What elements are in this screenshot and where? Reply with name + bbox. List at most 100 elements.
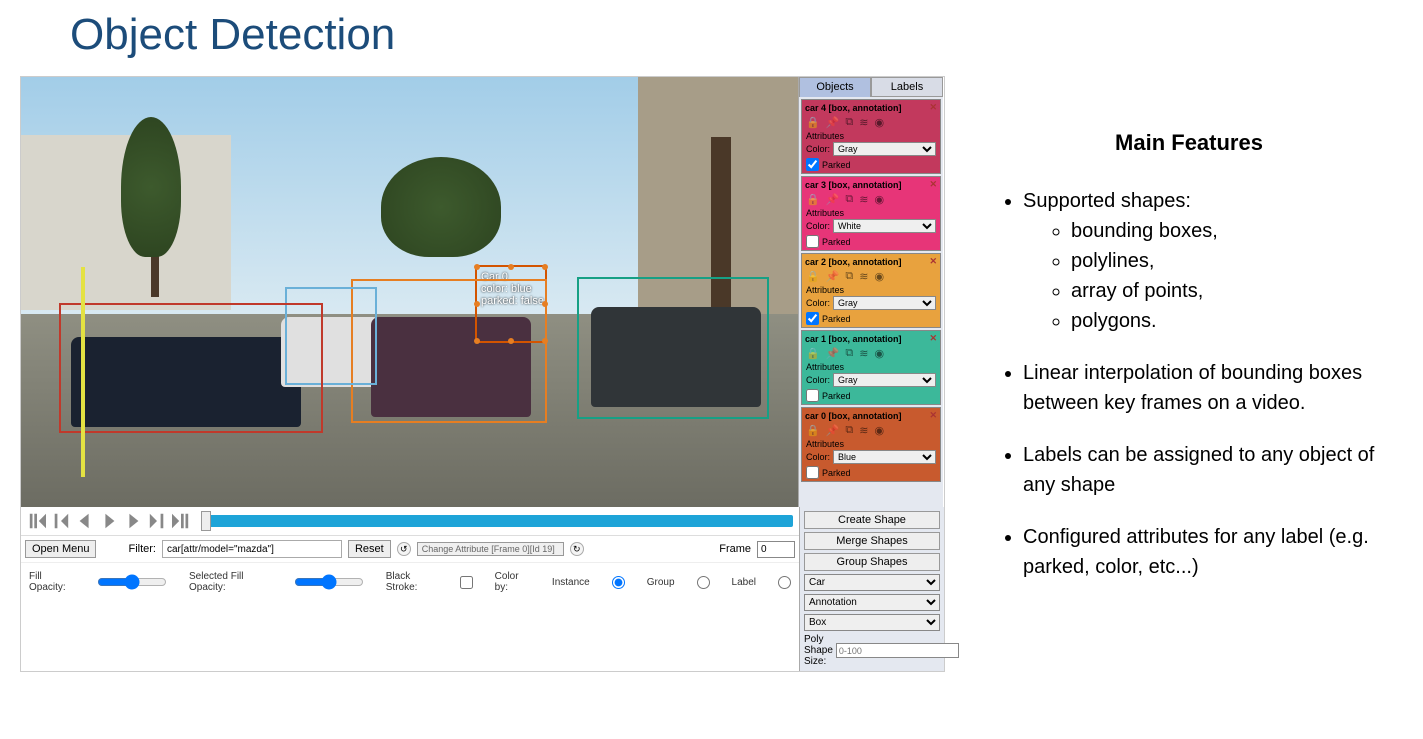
color-by-group-radio[interactable] <box>697 576 710 589</box>
lock-icon[interactable]: 🔒 <box>806 270 820 283</box>
parked-checkbox[interactable] <box>806 466 819 479</box>
first-frame-button[interactable] <box>27 511 47 531</box>
object-card[interactable]: car 3 [box, annotation]✕🔒📌⧉≋◉AttributesC… <box>801 176 941 251</box>
black-stroke-checkbox[interactable] <box>460 576 473 589</box>
layers-icon[interactable]: ≋ <box>859 116 868 129</box>
object-card[interactable]: car 4 [box, annotation]✕🔒📌⧉≋◉AttributesC… <box>801 99 941 174</box>
frame-input[interactable] <box>757 541 795 558</box>
tab-objects[interactable]: Objects <box>799 77 871 97</box>
last-frame-button[interactable] <box>171 511 191 531</box>
color-by-label-radio[interactable] <box>778 576 791 589</box>
parked-checkbox[interactable] <box>806 158 819 171</box>
pin-icon[interactable]: 📌 <box>826 193 840 206</box>
next-keyframe-button[interactable] <box>147 511 167 531</box>
copy-icon[interactable]: ⧉ <box>845 347 853 360</box>
lock-icon[interactable]: 🔒 <box>806 193 820 206</box>
features-heading: Main Features <box>995 130 1383 156</box>
layers-icon[interactable]: ≋ <box>859 270 868 283</box>
keyframe-icon[interactable]: ◉ <box>874 270 884 283</box>
keyframe-icon[interactable]: ◉ <box>874 193 884 206</box>
group-shapes-button[interactable]: Group Shapes <box>804 553 940 571</box>
video-canvas[interactable]: Car 0 color: blue parked: false <box>21 77 798 507</box>
redo-icon[interactable]: ↻ <box>570 542 584 556</box>
slide-title: Object Detection <box>70 10 945 60</box>
filter-input[interactable] <box>162 540 342 558</box>
close-icon[interactable]: ✕ <box>929 333 937 344</box>
keyframe-icon[interactable]: ◉ <box>874 424 884 437</box>
tab-labels[interactable]: Labels <box>871 77 943 97</box>
mode-select[interactable]: Annotation <box>804 594 940 611</box>
color-select[interactable]: Gray <box>833 142 936 156</box>
left-column: Object Detection <box>0 0 945 739</box>
color-select[interactable]: Blue <box>833 450 936 464</box>
bounding-box[interactable] <box>81 267 85 477</box>
close-icon[interactable]: ✕ <box>929 179 937 190</box>
play-button[interactable] <box>99 511 119 531</box>
undo-icon[interactable]: ↺ <box>397 542 411 556</box>
color-label: Color: <box>806 375 830 385</box>
bounding-box[interactable] <box>577 277 769 419</box>
frame-slider-thumb[interactable] <box>201 511 211 531</box>
close-icon[interactable]: ✕ <box>929 256 937 267</box>
keyframe-icon[interactable]: ◉ <box>874 347 884 360</box>
slide: Object Detection <box>0 0 1423 739</box>
keyframe-icon[interactable]: ◉ <box>874 116 884 129</box>
pin-icon[interactable]: 📌 <box>826 424 840 437</box>
shape-select[interactable]: Box <box>804 614 940 631</box>
features-list: Supported shapes:bounding boxes,polyline… <box>995 186 1383 582</box>
pin-icon[interactable]: 📌 <box>826 347 840 360</box>
close-icon[interactable]: ✕ <box>929 410 937 421</box>
copy-icon[interactable]: ⧉ <box>845 424 853 437</box>
copy-icon[interactable]: ⧉ <box>845 270 853 283</box>
object-card-title: car 3 [box, annotation] <box>805 180 902 190</box>
lock-icon[interactable]: 🔒 <box>806 347 820 360</box>
resize-handle[interactable] <box>474 264 480 270</box>
bounding-box[interactable] <box>59 303 323 433</box>
prev-frame-button[interactable] <box>75 511 95 531</box>
color-label: Color: <box>806 221 830 231</box>
color-select[interactable]: Gray <box>833 296 936 310</box>
resize-handle[interactable] <box>508 264 514 270</box>
layers-icon[interactable]: ≋ <box>859 424 868 437</box>
merge-shapes-button[interactable]: Merge Shapes <box>804 532 940 550</box>
pin-icon[interactable]: 📌 <box>826 270 840 283</box>
close-icon[interactable]: ✕ <box>929 102 937 113</box>
layers-icon[interactable]: ≋ <box>859 193 868 206</box>
pin-icon[interactable]: 📌 <box>826 116 840 129</box>
feature-subitem: array of points, <box>1071 276 1383 306</box>
object-card[interactable]: car 0 [box, annotation]✕🔒📌⧉≋◉AttributesC… <box>801 407 941 482</box>
lock-icon[interactable]: 🔒 <box>806 424 820 437</box>
tree <box>381 157 501 257</box>
bottom-row: Open Menu Filter: Reset ↺ Change Attribu… <box>21 507 944 671</box>
open-menu-button[interactable]: Open Menu <box>25 540 96 558</box>
reset-button[interactable]: Reset <box>348 540 391 558</box>
resize-handle[interactable] <box>542 264 548 270</box>
filter-row: Open Menu Filter: Reset ↺ Change Attribu… <box>21 535 799 562</box>
label-select[interactable]: Car <box>804 574 940 591</box>
color-select[interactable]: Gray <box>833 373 936 387</box>
object-card[interactable]: car 2 [box, annotation]✕🔒📌⧉≋◉AttributesC… <box>801 253 941 328</box>
parked-checkbox[interactable] <box>806 389 819 402</box>
prev-keyframe-button[interactable] <box>51 511 71 531</box>
parked-checkbox[interactable] <box>806 235 819 248</box>
selected-fill-opacity-slider[interactable] <box>294 574 364 590</box>
layers-icon[interactable]: ≋ <box>859 347 868 360</box>
color-select[interactable]: White <box>833 219 936 233</box>
parked-label: Parked <box>822 391 851 401</box>
color-by-instance-radio[interactable] <box>612 576 625 589</box>
copy-icon[interactable]: ⧉ <box>845 116 853 129</box>
bounding-box[interactable] <box>351 279 547 423</box>
poly-shape-input[interactable] <box>836 643 959 658</box>
next-frame-button[interactable] <box>123 511 143 531</box>
copy-icon[interactable]: ⧉ <box>845 193 853 206</box>
object-card-title: car 0 [box, annotation] <box>805 411 902 421</box>
parked-checkbox[interactable] <box>806 312 819 325</box>
objects-side-panel: Objects Labels car 4 [box, annotation]✕🔒… <box>798 77 943 507</box>
fill-opacity-slider[interactable] <box>97 574 167 590</box>
lock-icon[interactable]: 🔒 <box>806 116 820 129</box>
object-card[interactable]: car 1 [box, annotation]✕🔒📌⧉≋◉AttributesC… <box>801 330 941 405</box>
attributes-label: Attributes <box>804 285 938 295</box>
create-shape-button[interactable]: Create Shape <box>804 511 940 529</box>
frame-slider[interactable] <box>201 515 793 527</box>
color-by-instance-label: Instance <box>552 577 590 588</box>
